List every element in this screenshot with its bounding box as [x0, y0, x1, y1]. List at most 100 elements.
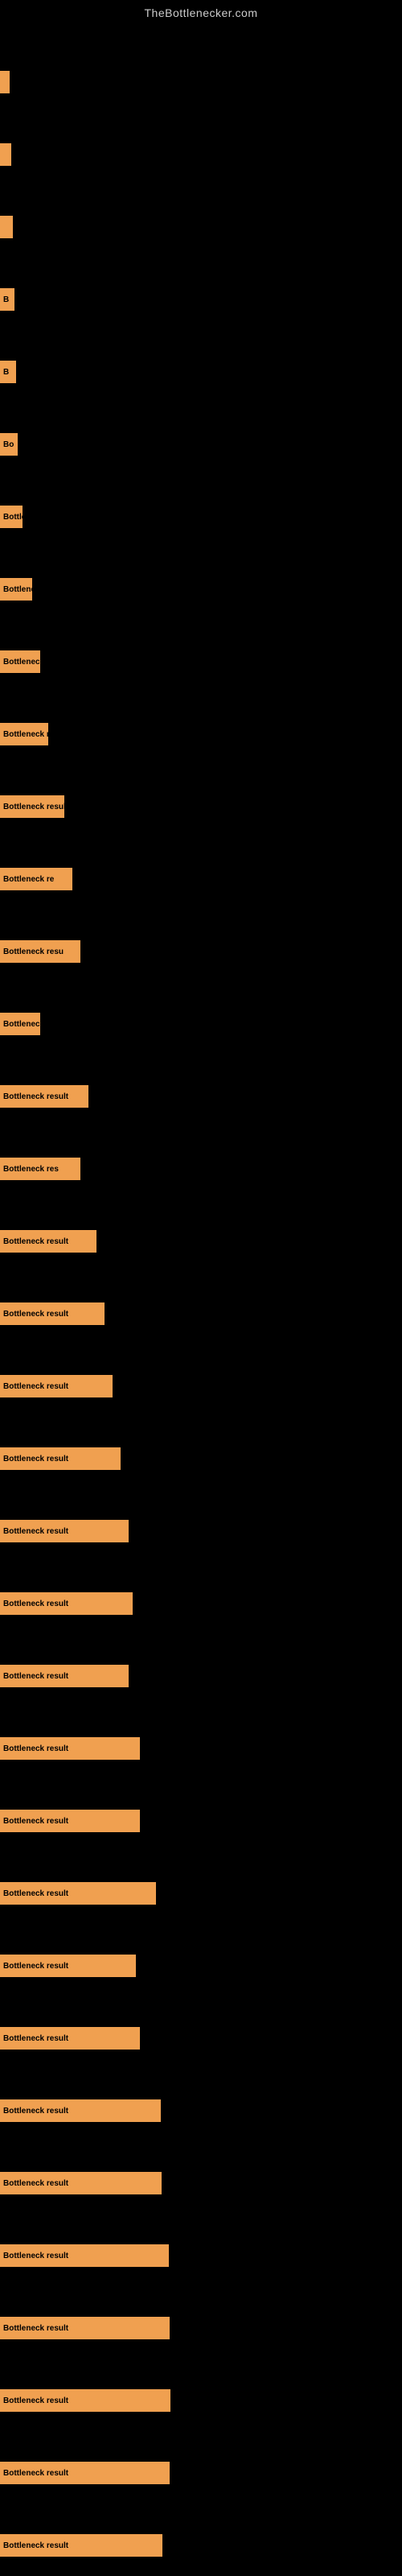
bar-label: Bottleneck result	[3, 2107, 68, 2116]
bottleneck-bar: Bottleneck result	[0, 1520, 129, 1542]
bottleneck-bar: Bo	[0, 433, 18, 456]
bar-item: Bottleneck result	[0, 2099, 161, 2122]
bar-item: Bottlen	[0, 506, 23, 528]
bar-item: Bottleneck result	[0, 2244, 169, 2267]
bar-label: Bottleneck r	[3, 585, 32, 594]
bar-item: Bottleneck resu	[0, 940, 80, 963]
bottleneck-bar: Bottleneck result	[0, 1810, 140, 1832]
bar-item: Bottleneck result	[0, 1737, 140, 1760]
bar-item: Bottleneck	[0, 650, 40, 673]
bottleneck-bar: Bottleneck re	[0, 723, 48, 745]
bar-label: Bottleneck res	[3, 1165, 59, 1174]
bottleneck-bar: B	[0, 361, 16, 383]
bar-item: Bottleneck result	[0, 1520, 129, 1542]
bottleneck-bar: Bottleneck	[0, 1013, 40, 1035]
bottleneck-bar: Bottleneck re	[0, 868, 72, 890]
bar-item: Bottleneck result	[0, 2389, 170, 2412]
bottleneck-bar: Bottleneck result	[0, 1737, 140, 1760]
bar-item: Bottleneck result	[0, 1375, 113, 1397]
bar-label: Bottleneck re	[3, 875, 54, 884]
bar-item: Bottleneck result	[0, 2317, 170, 2339]
bottleneck-bar: Bottleneck result	[0, 1592, 133, 1615]
bar-item: Bottleneck result	[0, 2534, 162, 2557]
bottleneck-bar: Bottleneck result	[0, 1665, 129, 1687]
bar-item: Bottleneck result	[0, 2172, 162, 2194]
bar-label: Bottleneck result	[3, 1889, 68, 1898]
bar-item: Bottleneck	[0, 1013, 40, 1035]
bar-label: Bottleneck result	[3, 2179, 68, 2188]
bottleneck-bar: Bottleneck result	[0, 2027, 140, 2050]
bar-item: Bottleneck re	[0, 868, 72, 890]
bar-label: Bottlen	[3, 513, 23, 522]
bar-label: Bottleneck result	[3, 1672, 68, 1681]
bottleneck-bar: Bottleneck result	[0, 1447, 121, 1470]
bar-label: Bottleneck result	[3, 2252, 68, 2260]
bar-item: B	[0, 361, 16, 383]
bar-label: Bottleneck result	[3, 1962, 68, 1971]
bar-label: Bottleneck result	[3, 1455, 68, 1463]
bar-label: Bottleneck result	[3, 1237, 68, 1246]
bar-label: Bottleneck result	[3, 1092, 68, 1101]
bar-item: Bottleneck re	[0, 723, 48, 745]
bottleneck-bar: Bottleneck r	[0, 578, 32, 601]
bar-label: Bo	[3, 440, 14, 449]
bottleneck-bar: B	[0, 288, 14, 311]
bar-item: Bottleneck result	[0, 1882, 156, 1905]
bar-label: B	[3, 295, 9, 304]
bar-item	[0, 216, 13, 238]
bottleneck-bar: Bottleneck result	[0, 1085, 88, 1108]
bottleneck-bar: Bottleneck result	[0, 1882, 156, 1905]
bar-label: Bottleneck result	[3, 803, 64, 811]
bottleneck-bar	[0, 216, 13, 238]
bar-item: Bottleneck result	[0, 2027, 140, 2050]
bottleneck-bar: Bottleneck	[0, 650, 40, 673]
bottleneck-bar: Bottleneck result	[0, 2317, 170, 2339]
bar-label: Bottleneck re	[3, 730, 48, 739]
bottleneck-bar	[0, 71, 10, 93]
bar-item: B	[0, 288, 14, 311]
bar-label: Bottleneck result	[3, 2469, 68, 2478]
bar-label: Bottleneck result	[3, 1600, 68, 1608]
bottleneck-bar: Bottlen	[0, 506, 23, 528]
bottleneck-bar	[0, 143, 11, 166]
bar-label: Bottleneck resu	[3, 947, 64, 956]
bottleneck-bar: Bottleneck result	[0, 1302, 105, 1325]
bar-label: Bottleneck result	[3, 1744, 68, 1753]
bottleneck-bar: Bottleneck result	[0, 2172, 162, 2194]
bar-item: Bottleneck result	[0, 1592, 133, 1615]
bar-item	[0, 143, 11, 166]
bar-label: Bottleneck	[3, 658, 40, 667]
bar-label: Bottleneck result	[3, 2324, 68, 2333]
bar-item	[0, 71, 10, 93]
bottleneck-bar: Bottleneck result	[0, 795, 64, 818]
bar-label: Bottleneck result	[3, 2541, 68, 2550]
bottleneck-bar: Bottleneck resu	[0, 940, 80, 963]
bar-item: Bottleneck r	[0, 578, 32, 601]
bar-label: Bottleneck result	[3, 1817, 68, 1826]
bottleneck-bar: Bottleneck result	[0, 2462, 170, 2484]
site-title: TheBottlenecker.com	[0, 0, 402, 23]
bar-label: Bottleneck result	[3, 1382, 68, 1391]
bar-item: Bottleneck result	[0, 1230, 96, 1253]
bar-item: Bottleneck result	[0, 795, 64, 818]
bottleneck-bar: Bottleneck result	[0, 1375, 113, 1397]
bar-item: Bottleneck result	[0, 1665, 129, 1687]
bottleneck-bar: Bottleneck result	[0, 2534, 162, 2557]
bottleneck-bar: Bottleneck result	[0, 1230, 96, 1253]
bar-item: Bottleneck result	[0, 1447, 121, 1470]
bar-item: Bottleneck result	[0, 1955, 136, 1977]
bar-item: Bottleneck result	[0, 1302, 105, 1325]
bar-label: Bottleneck result	[3, 2396, 68, 2405]
bar-label: Bottleneck result	[3, 1527, 68, 1536]
bar-item: Bottleneck result	[0, 1085, 88, 1108]
bar-label: B	[3, 368, 9, 377]
bar-label: Bottleneck result	[3, 2034, 68, 2043]
bottleneck-bar: Bottleneck result	[0, 2244, 169, 2267]
bar-item: Bottleneck result	[0, 1810, 140, 1832]
bottleneck-bar: Bottleneck res	[0, 1158, 80, 1180]
bar-label: Bottleneck	[3, 1020, 40, 1029]
bottleneck-bar: Bottleneck result	[0, 2389, 170, 2412]
bar-item: Bottleneck res	[0, 1158, 80, 1180]
bottleneck-bar: Bottleneck result	[0, 2099, 161, 2122]
bar-label: Bottleneck result	[3, 1310, 68, 1319]
